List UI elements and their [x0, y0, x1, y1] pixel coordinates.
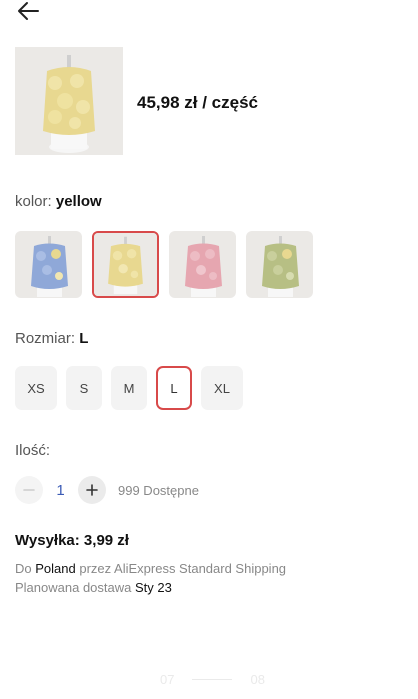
selected-color: yellow [55, 193, 102, 210]
shipping-route: Do Poland przez AliExpress Standard Ship… [15, 561, 286, 576]
delivery-estimate: Planowana dostawa Sty 23 [15, 580, 172, 595]
shipping-to-prefix: Do [15, 561, 32, 576]
shipping-title: Wysyłka: 3,99 zł [15, 532, 129, 549]
color-label: kolor: yellow [15, 193, 102, 210]
shipping-country: Poland [35, 561, 76, 576]
size-option-xs[interactable]: XS [15, 366, 57, 410]
plus-icon [86, 484, 98, 496]
size-option-l[interactable]: L [156, 366, 192, 410]
product-price: 45,98 zł / część [137, 93, 258, 112]
decrease-quantity-button[interactable] [15, 476, 43, 504]
size-option-m[interactable]: M [111, 366, 147, 410]
quantity-value[interactable]: 1 [43, 482, 78, 499]
size-option-s[interactable]: S [66, 366, 102, 410]
back-button[interactable] [12, 0, 44, 22]
pager-left: 07 [160, 672, 175, 687]
size-label-text: Rozmiar: [15, 330, 76, 347]
pager-divider [192, 679, 233, 680]
color-option-blue[interactable] [15, 231, 82, 298]
delivery-label: Planowana dostawa [15, 580, 132, 595]
color-label-text: kolor: [15, 193, 52, 210]
increase-quantity-button[interactable] [78, 476, 106, 504]
color-options [15, 231, 313, 298]
delivery-date: Sty 23 [134, 580, 172, 595]
size-option-xl[interactable]: XL [201, 366, 243, 410]
arrow-left-icon [18, 2, 39, 20]
color-option-yellow[interactable] [92, 231, 159, 298]
minus-icon [23, 489, 35, 491]
shipping-service: przez AliExpress Standard Shipping [79, 561, 287, 576]
quantity-label: Ilość: [15, 442, 51, 459]
quantity-stepper: 1 999 Dostępne [15, 476, 199, 504]
color-option-green[interactable] [246, 231, 313, 298]
selected-size: L [79, 330, 89, 347]
size-label: Rozmiar: L [15, 330, 88, 347]
available-quantity: 999 Dostępne [118, 482, 199, 498]
size-options: XS S M L XL [15, 366, 243, 410]
product-image [15, 47, 123, 155]
page-indicator: 07 08 [160, 672, 265, 687]
pager-right: 08 [250, 672, 265, 687]
color-option-pink[interactable] [169, 231, 236, 298]
